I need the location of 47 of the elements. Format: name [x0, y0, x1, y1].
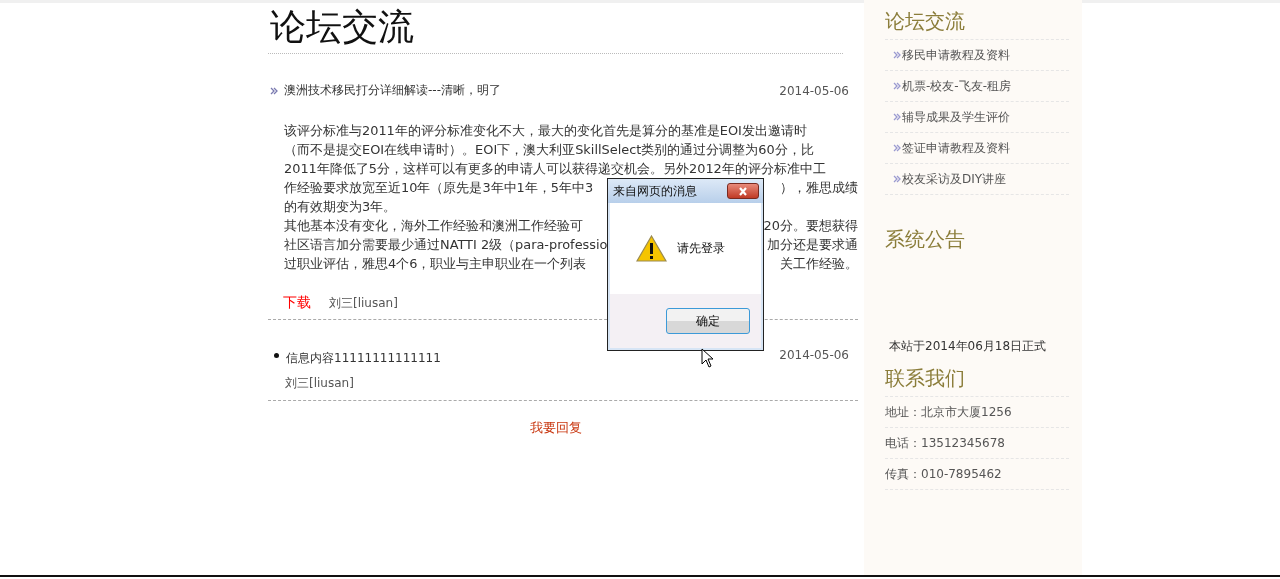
reply-author: 刘三[liusan]	[285, 375, 355, 392]
page-title: 论坛交流	[268, 3, 843, 54]
warning-icon	[636, 235, 667, 262]
article-text: 2011年降低了5分，这样可以有更多的申请人可以获得递交机会。另外2012年的评分标准中工	[284, 160, 826, 178]
sidebar-link[interactable]: 辅导成果及学生评价	[885, 102, 1069, 133]
close-icon	[738, 186, 748, 196]
contact-info: 地址：北京市大厦1256	[885, 397, 1069, 428]
article-text: 20分。要想获得	[763, 217, 858, 235]
reply-content: 信息内容11111111111111	[286, 350, 441, 367]
sidebar-link[interactable]: 机票-校友-飞友-租房	[885, 71, 1069, 102]
article-text: 过职业评估，雅思4个6，职业与主申职业在一个列表	[284, 255, 587, 273]
sidebar-heading: 联系我们	[885, 365, 966, 392]
dialog-message: 请先登录	[677, 240, 725, 257]
sidebar-link[interactable]: 签证申请教程及资料	[885, 133, 1069, 164]
download-link[interactable]: 下载	[283, 294, 311, 312]
double-arrow-icon	[893, 175, 901, 183]
sidebar-heading: 系统公告	[885, 226, 966, 253]
mouse-pointer-icon	[701, 348, 714, 368]
article-text: 该评分标准与2011年的评分标准变化不大，最大的变化首先是算分的基准是EOI发出邀请时	[284, 122, 807, 140]
double-arrow-icon	[893, 51, 901, 59]
contact-info: 电话：13512345678	[885, 428, 1069, 459]
article-text: 社区语言加分需要最少通过NATTI 2级（para-professio	[284, 236, 608, 254]
double-arrow-icon	[893, 113, 901, 121]
sidebar-heading: 论坛交流	[885, 8, 966, 35]
post-date: 2014-05-06	[779, 83, 849, 98]
notice-text: 本站于2014年06月18日正式	[889, 338, 1048, 355]
reply-link[interactable]: 我要回复	[529, 419, 582, 437]
article-text: 的有效期变为3年。	[284, 198, 397, 216]
post-title[interactable]: 澳洲技术移民打分详细解读---清晰，明了	[284, 82, 780, 99]
dialog-title: 来自网页的消息	[613, 182, 697, 200]
ok-button[interactable]: 确定	[666, 308, 750, 334]
article-text: 其他基本没有变化，海外工作经验和澳洲工作经验可	[284, 217, 583, 235]
article-text: 作经验要求放宽至近10年（原先是3年中1年，5年中3	[284, 179, 594, 197]
double-arrow-icon	[270, 86, 278, 95]
reply-date: 2014-05-06	[779, 348, 849, 362]
sidebar-link[interactable]: 移民申请教程及资料	[885, 40, 1069, 71]
post-author: 刘三[liusan]	[329, 294, 398, 312]
bullet-icon	[274, 353, 279, 358]
sidebar-link[interactable]: 校友采访及DIY讲座	[885, 164, 1069, 195]
article-text: ），雅思成绩	[780, 179, 858, 197]
close-button[interactable]	[727, 183, 759, 199]
article-text: （而不是提交EOI在线申请时）。EOI下，澳大利亚SkillSelect类别的通过分调整为60分，比	[284, 141, 814, 159]
double-arrow-icon	[893, 144, 901, 152]
article-text: 关工作经验。	[780, 255, 858, 273]
double-arrow-icon	[893, 82, 901, 90]
contact-info: 传真：010-7895462	[885, 459, 1069, 490]
article-text: 加分还是要求通	[767, 236, 858, 254]
